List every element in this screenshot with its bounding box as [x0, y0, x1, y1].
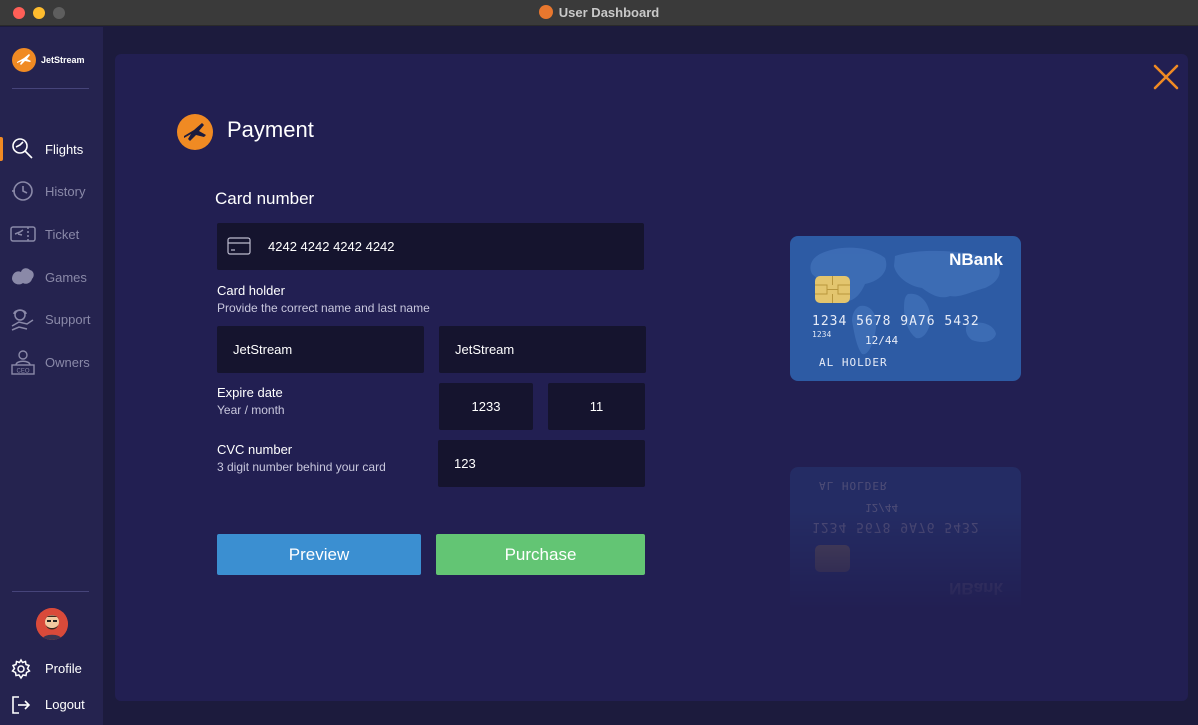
card-holder-hint: Provide the correct name and last name	[217, 301, 430, 315]
page-title: Payment	[227, 117, 314, 142]
gear-icon	[10, 658, 32, 680]
card-number-label: Card number	[215, 189, 315, 208]
jetstream-logo-icon	[12, 48, 36, 72]
card-number-display: 1234 5678 9A76 5432	[812, 314, 980, 329]
games-icon	[9, 263, 37, 291]
card-expiry-display: 12/44	[865, 334, 899, 347]
reflection-card-number: 1234 5678 9A76 5432	[812, 519, 980, 534]
brand: JetStream	[12, 47, 85, 73]
cvc-input[interactable]: 123	[438, 440, 645, 487]
credit-card-preview: NBank 1234 5678 9A76 5432 1234 12/44 AL …	[790, 236, 1021, 381]
close-button[interactable]	[1152, 63, 1180, 91]
reflection-card-expiry: 12/44	[865, 501, 899, 514]
sidebar-divider	[12, 88, 89, 89]
credit-card-icon	[227, 237, 251, 258]
window-titlebar: User Dashboard	[0, 0, 1198, 26]
ticket-icon	[9, 220, 37, 248]
cvc-hint: 3 digit number behind your card	[217, 460, 386, 474]
sidebar-item-history[interactable]: History	[0, 176, 103, 206]
flights-search-icon	[9, 135, 37, 163]
brand-name: JetStream	[41, 55, 85, 65]
sidebar-divider-bottom	[12, 591, 89, 592]
support-icon	[9, 305, 37, 333]
credit-card-reflection: NBank 1234 5678 9A76 5432 12/44 AL HOLDE…	[790, 467, 1021, 612]
sidebar-item-games[interactable]: Games	[0, 262, 103, 292]
svg-text:CEO: CEO	[16, 369, 29, 375]
credit-card-reflection-surface: NBank 1234 5678 9A76 5432 12/44 AL HOLDE…	[790, 467, 1021, 612]
close-icon	[1153, 64, 1179, 90]
card-holder-label: Card holder	[217, 283, 285, 298]
history-clock-icon	[9, 177, 37, 205]
sidebar: JetStream Flights History Ticket Games S…	[0, 27, 103, 725]
reflection-chip-icon	[815, 545, 850, 572]
owners-ceo-icon: CEO	[9, 348, 37, 376]
card-small-number: 1234	[812, 330, 832, 339]
expire-date-label: Expire date	[217, 385, 283, 400]
window-title: User Dashboard	[0, 5, 1198, 20]
card-bank-name: NBank	[949, 250, 1003, 269]
payment-logo-icon	[177, 114, 213, 150]
expire-year-input[interactable]: 1233	[439, 383, 533, 430]
sidebar-item-owners[interactable]: CEO Owners	[0, 347, 103, 377]
card-chip-icon	[815, 276, 850, 303]
logout-icon	[10, 694, 32, 716]
expire-date-hint: Year / month	[217, 403, 285, 417]
app-logo-icon	[538, 5, 553, 19]
sidebar-item-flights[interactable]: Flights	[0, 134, 103, 164]
purchase-button[interactable]: Purchase	[436, 534, 645, 575]
reflection-card-holder: AL HOLDER	[819, 479, 888, 492]
cvc-label: CVC number	[217, 442, 293, 457]
payment-panel	[115, 54, 1188, 701]
reflection-bank-name: NBank	[949, 579, 1003, 598]
profile-button[interactable]: Profile	[0, 656, 103, 682]
last-name-input[interactable]: JetStream	[439, 326, 646, 373]
card-holder-display: AL HOLDER	[819, 356, 888, 369]
sidebar-item-ticket[interactable]: Ticket	[0, 219, 103, 249]
card-number-input[interactable]: 4242 4242 4242 4242	[217, 223, 644, 270]
sidebar-item-support[interactable]: Support	[0, 304, 103, 334]
expire-month-input[interactable]: 11	[548, 383, 645, 430]
first-name-input[interactable]: JetStream	[217, 326, 424, 373]
avatar[interactable]	[36, 608, 68, 640]
logout-button[interactable]: Logout	[0, 692, 103, 718]
preview-button[interactable]: Preview	[217, 534, 421, 575]
